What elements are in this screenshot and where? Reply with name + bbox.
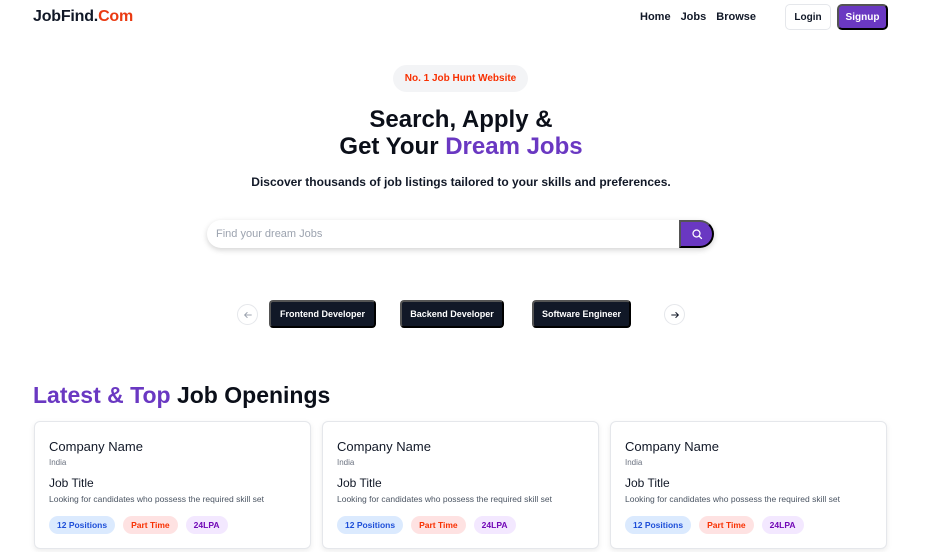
search-button[interactable] [679, 220, 714, 248]
category-chip-backend[interactable]: Backend Developer [400, 300, 504, 328]
job-location: India [625, 458, 643, 467]
job-tags: 12 Positions Part Time 24LPA [49, 516, 228, 534]
job-tags: 12 Positions Part Time 24LPA [625, 516, 804, 534]
job-description: Looking for candidates who possess the r… [625, 494, 840, 504]
hero-title: Search, Apply & Get Your Dream Jobs [0, 106, 922, 160]
salary-badge: 24LPA [185, 516, 228, 534]
job-card[interactable]: Company Name India Job Title Looking for… [610, 421, 887, 549]
job-type-badge: Part Time [411, 516, 466, 534]
hero-badge: No. 1 Job Hunt Website [393, 65, 528, 92]
signup-button[interactable]: Signup [837, 4, 888, 30]
job-title: Job Title [337, 476, 382, 490]
job-card[interactable]: Company Name India Job Title Looking for… [322, 421, 599, 549]
section-title-accent: Latest & Top [33, 382, 171, 408]
category-chip-frontend[interactable]: Frontend Developer [269, 300, 376, 328]
positions-badge: 12 Positions [49, 516, 116, 534]
salary-badge: 24LPA [473, 516, 516, 534]
job-location: India [337, 458, 355, 467]
company-name: Company Name [337, 439, 431, 454]
positions-badge: 12 Positions [337, 516, 404, 534]
arrow-left-icon [243, 311, 252, 318]
job-title: Job Title [625, 476, 670, 490]
job-description: Looking for candidates who possess the r… [49, 494, 264, 504]
job-location: India [49, 458, 67, 467]
navbar: JobFind.Com Home Jobs Browse Login Signu… [0, 0, 932, 36]
hero-subtitle: Discover thousands of job listings tailo… [251, 175, 671, 189]
job-tags: 12 Positions Part Time 24LPA [337, 516, 516, 534]
company-name: Company Name [49, 439, 143, 454]
nav-links: Home Jobs Browse [640, 11, 756, 23]
search-bar [207, 220, 714, 248]
job-type-badge: Part Time [699, 516, 754, 534]
job-card[interactable]: Company Name India Job Title Looking for… [34, 421, 311, 549]
search-icon [691, 229, 702, 240]
hero-title-accent: Dream Jobs [445, 133, 583, 160]
carousel-next-button[interactable] [664, 304, 685, 325]
logo-text-accent: Com [98, 8, 134, 25]
salary-badge: 24LPA [761, 516, 804, 534]
section-title: Latest & Top Job Openings [33, 382, 330, 409]
company-name: Company Name [625, 439, 719, 454]
category-chip-software-engineer[interactable]: Software Engineer [532, 300, 631, 328]
positions-badge: 12 Positions [625, 516, 692, 534]
carousel-prev-button[interactable] [237, 304, 258, 325]
hero-title-line1: Search, Apply & [369, 106, 553, 133]
search-input[interactable] [216, 220, 676, 248]
job-description: Looking for candidates who possess the r… [337, 494, 552, 504]
nav-link-home[interactable]: Home [640, 11, 671, 23]
arrow-right-icon [670, 311, 679, 318]
job-type-badge: Part Time [123, 516, 178, 534]
logo[interactable]: JobFind.Com [33, 8, 133, 26]
login-button[interactable]: Login [785, 4, 831, 30]
section-title-rest: Job Openings [170, 382, 331, 408]
logo-text-main: JobFind. [33, 8, 99, 25]
job-title: Job Title [49, 476, 94, 490]
hero-title-line2-prefix: Get Your [339, 133, 446, 160]
nav-link-jobs[interactable]: Jobs [681, 11, 707, 23]
nav-link-browse[interactable]: Browse [716, 11, 756, 23]
